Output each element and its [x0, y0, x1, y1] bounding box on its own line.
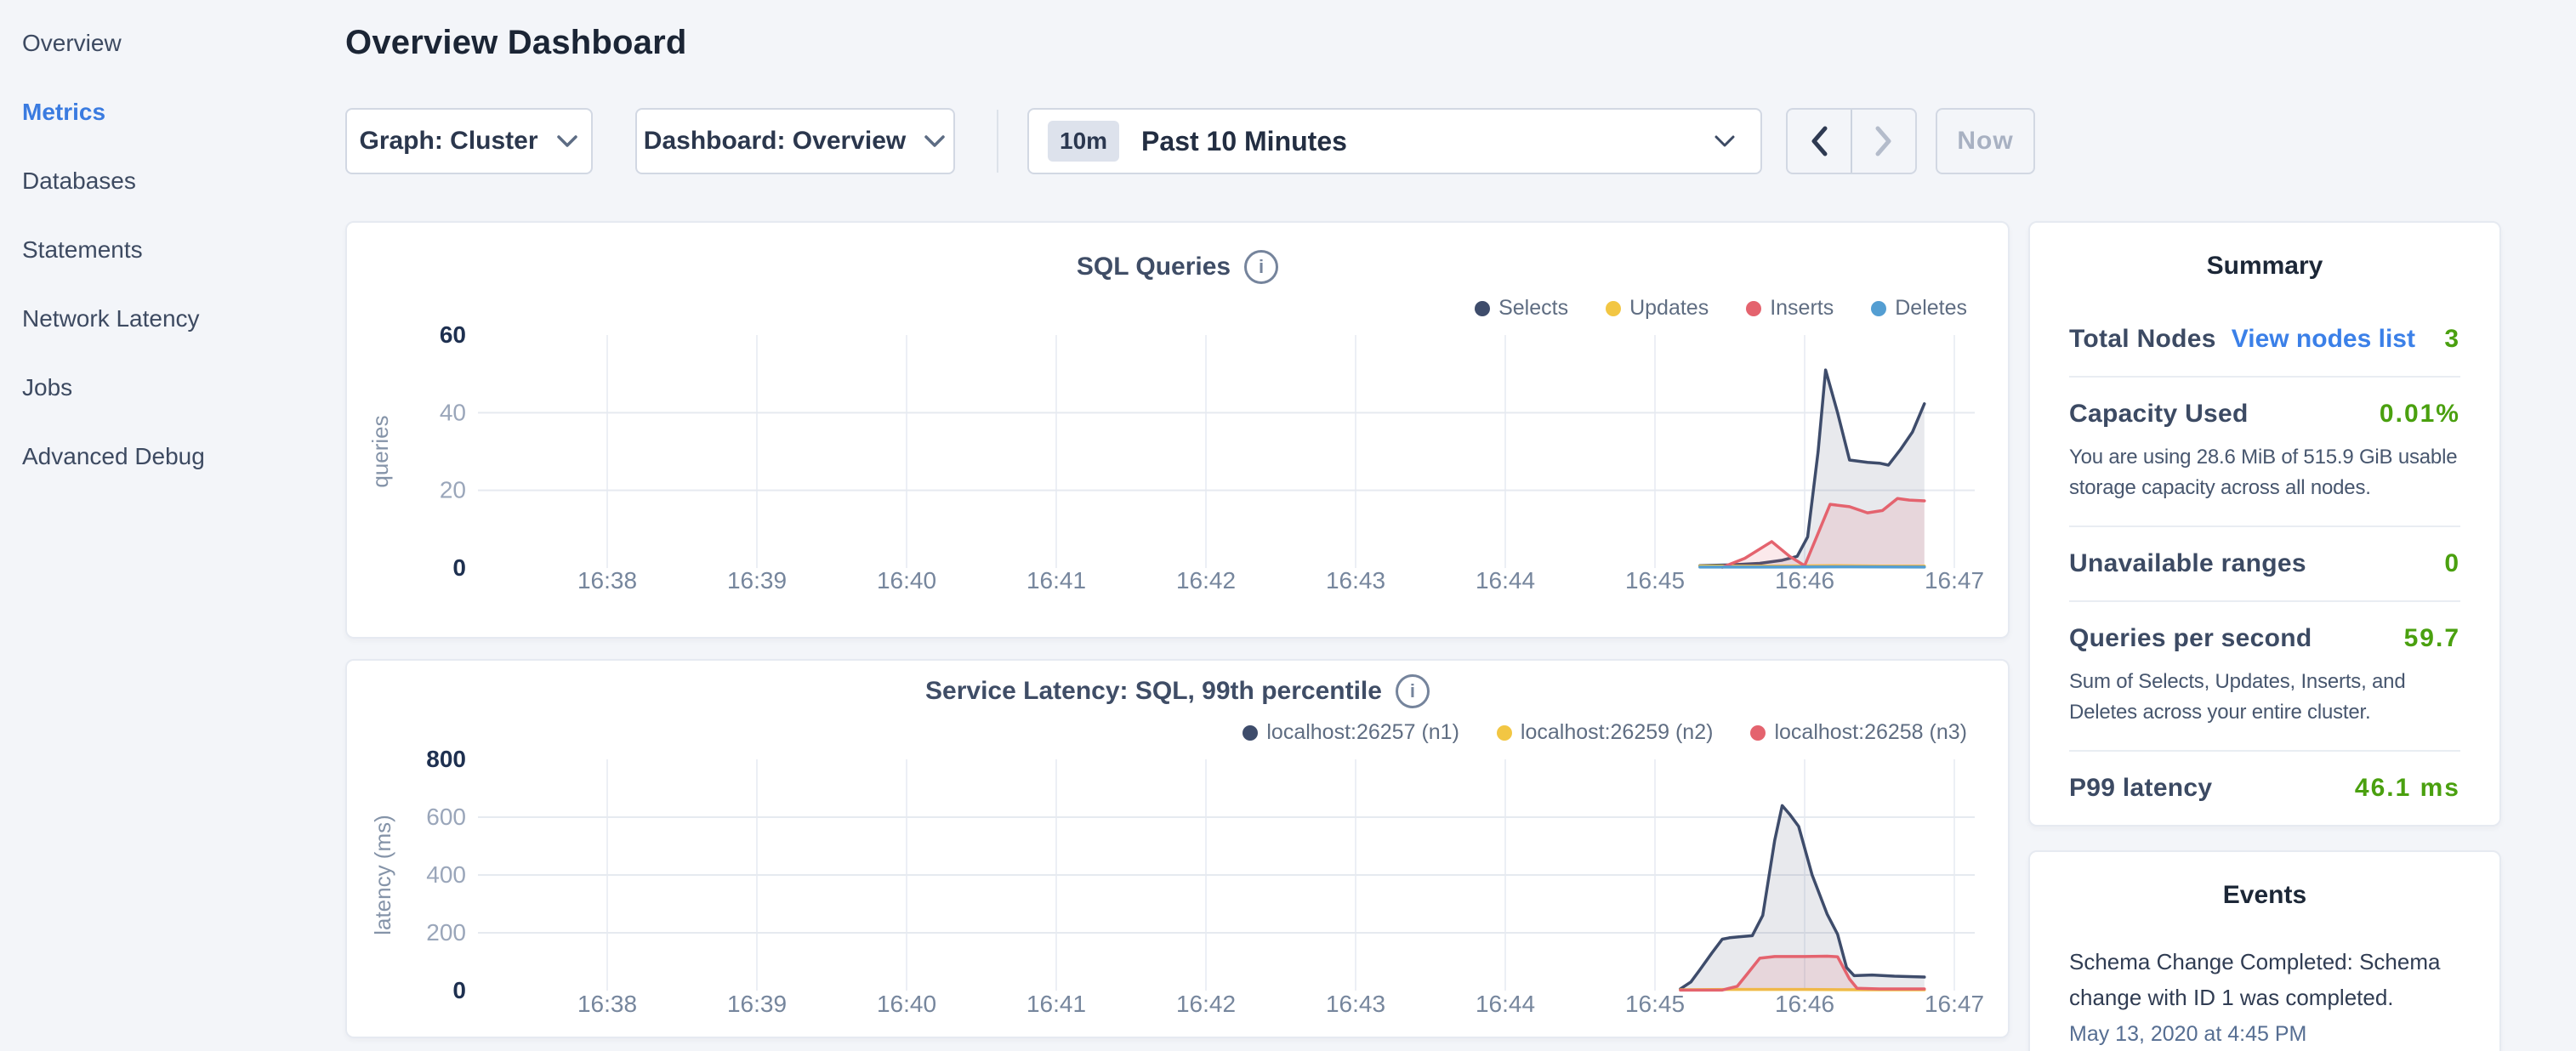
events-panel: Events Schema Change Completed: Schema c… [2028, 850, 2501, 1051]
summary-row: Total Nodes View nodes list 3 [2069, 303, 2460, 376]
svg-text:16:40: 16:40 [877, 991, 936, 1017]
sidebar-item-metrics[interactable]: Metrics [22, 77, 328, 146]
sidebar-item-statements[interactable]: Statements [22, 215, 328, 284]
sidebar: OverviewMetricsDatabasesStatementsNetwor… [22, 9, 328, 491]
svg-text:40: 40 [440, 399, 466, 425]
summary-row: Unavailable ranges 0 [2069, 526, 2460, 600]
svg-text:16:45: 16:45 [1625, 991, 1685, 1017]
summary-label: Total Nodes [2069, 325, 2216, 354]
sidebar-item-jobs[interactable]: Jobs [22, 353, 328, 422]
svg-text:16:41: 16:41 [1026, 991, 1086, 1017]
chevron-down-icon [1713, 134, 1737, 149]
summary-value: 0.01% [2380, 400, 2460, 429]
svg-text:16:43: 16:43 [1326, 991, 1385, 1017]
now-button[interactable]: Now [1936, 108, 2035, 174]
sidebar-item-overview[interactable]: Overview [22, 9, 328, 77]
svg-text:16:42: 16:42 [1176, 991, 1236, 1017]
time-range-label: Past 10 Minutes [1141, 126, 1347, 157]
summary-title: Summary [2069, 252, 2460, 281]
svg-text:20: 20 [440, 477, 466, 503]
sql-queries-chart-card: SQL Queries i SelectsUpdatesInsertsDelet… [345, 221, 2010, 639]
sidebar-item-advanced-debug[interactable]: Advanced Debug [22, 422, 328, 491]
graph-dropdown-label: Graph: Cluster [359, 127, 537, 156]
svg-text:0: 0 [452, 977, 466, 1003]
svg-text:16:38: 16:38 [577, 567, 637, 594]
time-range-dropdown[interactable]: 10m Past 10 Minutes [1027, 108, 1762, 174]
summary-value: 59.7 [2404, 624, 2460, 653]
summary-description: You are using 28.6 MiB of 515.9 GiB usab… [2069, 442, 2460, 503]
svg-text:16:44: 16:44 [1476, 991, 1535, 1017]
svg-text:16:47: 16:47 [1925, 567, 1984, 594]
dashboard-dropdown[interactable]: Dashboard: Overview [635, 108, 955, 174]
svg-text:16:41: 16:41 [1026, 567, 1086, 594]
summary-value: 3 [2444, 325, 2460, 354]
time-step-back-button[interactable] [1788, 110, 1851, 173]
controls-divider [997, 110, 998, 173]
time-step-forward-button[interactable] [1851, 110, 1915, 173]
page-title: Overview Dashboard [345, 24, 687, 62]
sidebar-item-network-latency[interactable]: Network Latency [22, 284, 328, 353]
svg-text:16:45: 16:45 [1625, 567, 1685, 594]
summary-panel: Summary Total Nodes View nodes list 3 Capac… [2028, 221, 2501, 827]
chevron-down-icon [923, 134, 947, 149]
time-range-badge: 10m [1048, 121, 1119, 162]
graph-dropdown[interactable]: Graph: Cluster [345, 108, 593, 174]
svg-text:0: 0 [452, 554, 466, 581]
summary-description: Sum of Selects, Updates, Inserts, and De… [2069, 667, 2460, 728]
svg-text:16:39: 16:39 [727, 991, 787, 1017]
chevron-left-icon [1808, 122, 1830, 160]
svg-text:800: 800 [426, 746, 466, 772]
chevron-right-icon [1873, 122, 1895, 160]
summary-label: Queries per second [2069, 624, 2312, 653]
summary-label: Capacity Used [2069, 400, 2249, 429]
event-text: Schema Change Completed: Schema change w… [2069, 944, 2460, 1015]
svg-text:16:47: 16:47 [1925, 991, 1984, 1017]
summary-rows: Total Nodes View nodes list 3 Capacity Used… [2069, 303, 2460, 825]
events-title: Events [2069, 881, 2460, 910]
sidebar-item-databases[interactable]: Databases [22, 146, 328, 215]
time-step-button-group [1786, 108, 1917, 174]
summary-value: 0 [2444, 549, 2460, 578]
view-nodes-list-link[interactable]: View nodes list [2232, 325, 2415, 354]
svg-text:16:38: 16:38 [577, 991, 637, 1017]
summary-label: Unavailable ranges [2069, 549, 2306, 578]
summary-row: Queries per second 59.7 Sum of Selects, Up… [2069, 600, 2460, 750]
svg-text:60: 60 [440, 321, 466, 348]
svg-text:400: 400 [426, 861, 466, 888]
svg-text:600: 600 [426, 804, 466, 830]
svg-text:16:39: 16:39 [727, 567, 787, 594]
app-root: OverviewMetricsDatabasesStatementsNetwor… [0, 0, 2576, 1051]
svg-text:16:44: 16:44 [1476, 567, 1535, 594]
service-latency-chart-card: Service Latency: SQL, 99th percentile i … [345, 659, 2010, 1038]
svg-text:16:40: 16:40 [877, 567, 936, 594]
svg-text:16:46: 16:46 [1775, 567, 1834, 594]
sql-queries-plot[interactable]: 16:38 16:39 16:40 16:41 16:42 16:43 16:44 16:45… [347, 223, 2011, 640]
svg-text:200: 200 [426, 919, 466, 946]
svg-text:16:42: 16:42 [1176, 567, 1236, 594]
summary-label: P99 latency [2069, 774, 2212, 803]
summary-row: Capacity Used 0.01% You are using 28.6 MiB… [2069, 376, 2460, 526]
summary-value: 46.1 ms [2355, 774, 2460, 803]
events-list: Schema Change Completed: Schema change w… [2069, 944, 2460, 1047]
svg-text:16:46: 16:46 [1775, 991, 1834, 1017]
chevron-down-icon [555, 134, 579, 149]
service-latency-plot[interactable]: 16:38 16:39 16:40 16:41 16:42 16:43 16:44 16:45… [347, 661, 2011, 1040]
summary-row: P99 latency 46.1 ms [2069, 750, 2460, 825]
event-timestamp: May 13, 2020 at 4:45 PM [2069, 1022, 2460, 1047]
svg-text:16:43: 16:43 [1326, 567, 1385, 594]
dashboard-dropdown-label: Dashboard: Overview [644, 127, 906, 156]
